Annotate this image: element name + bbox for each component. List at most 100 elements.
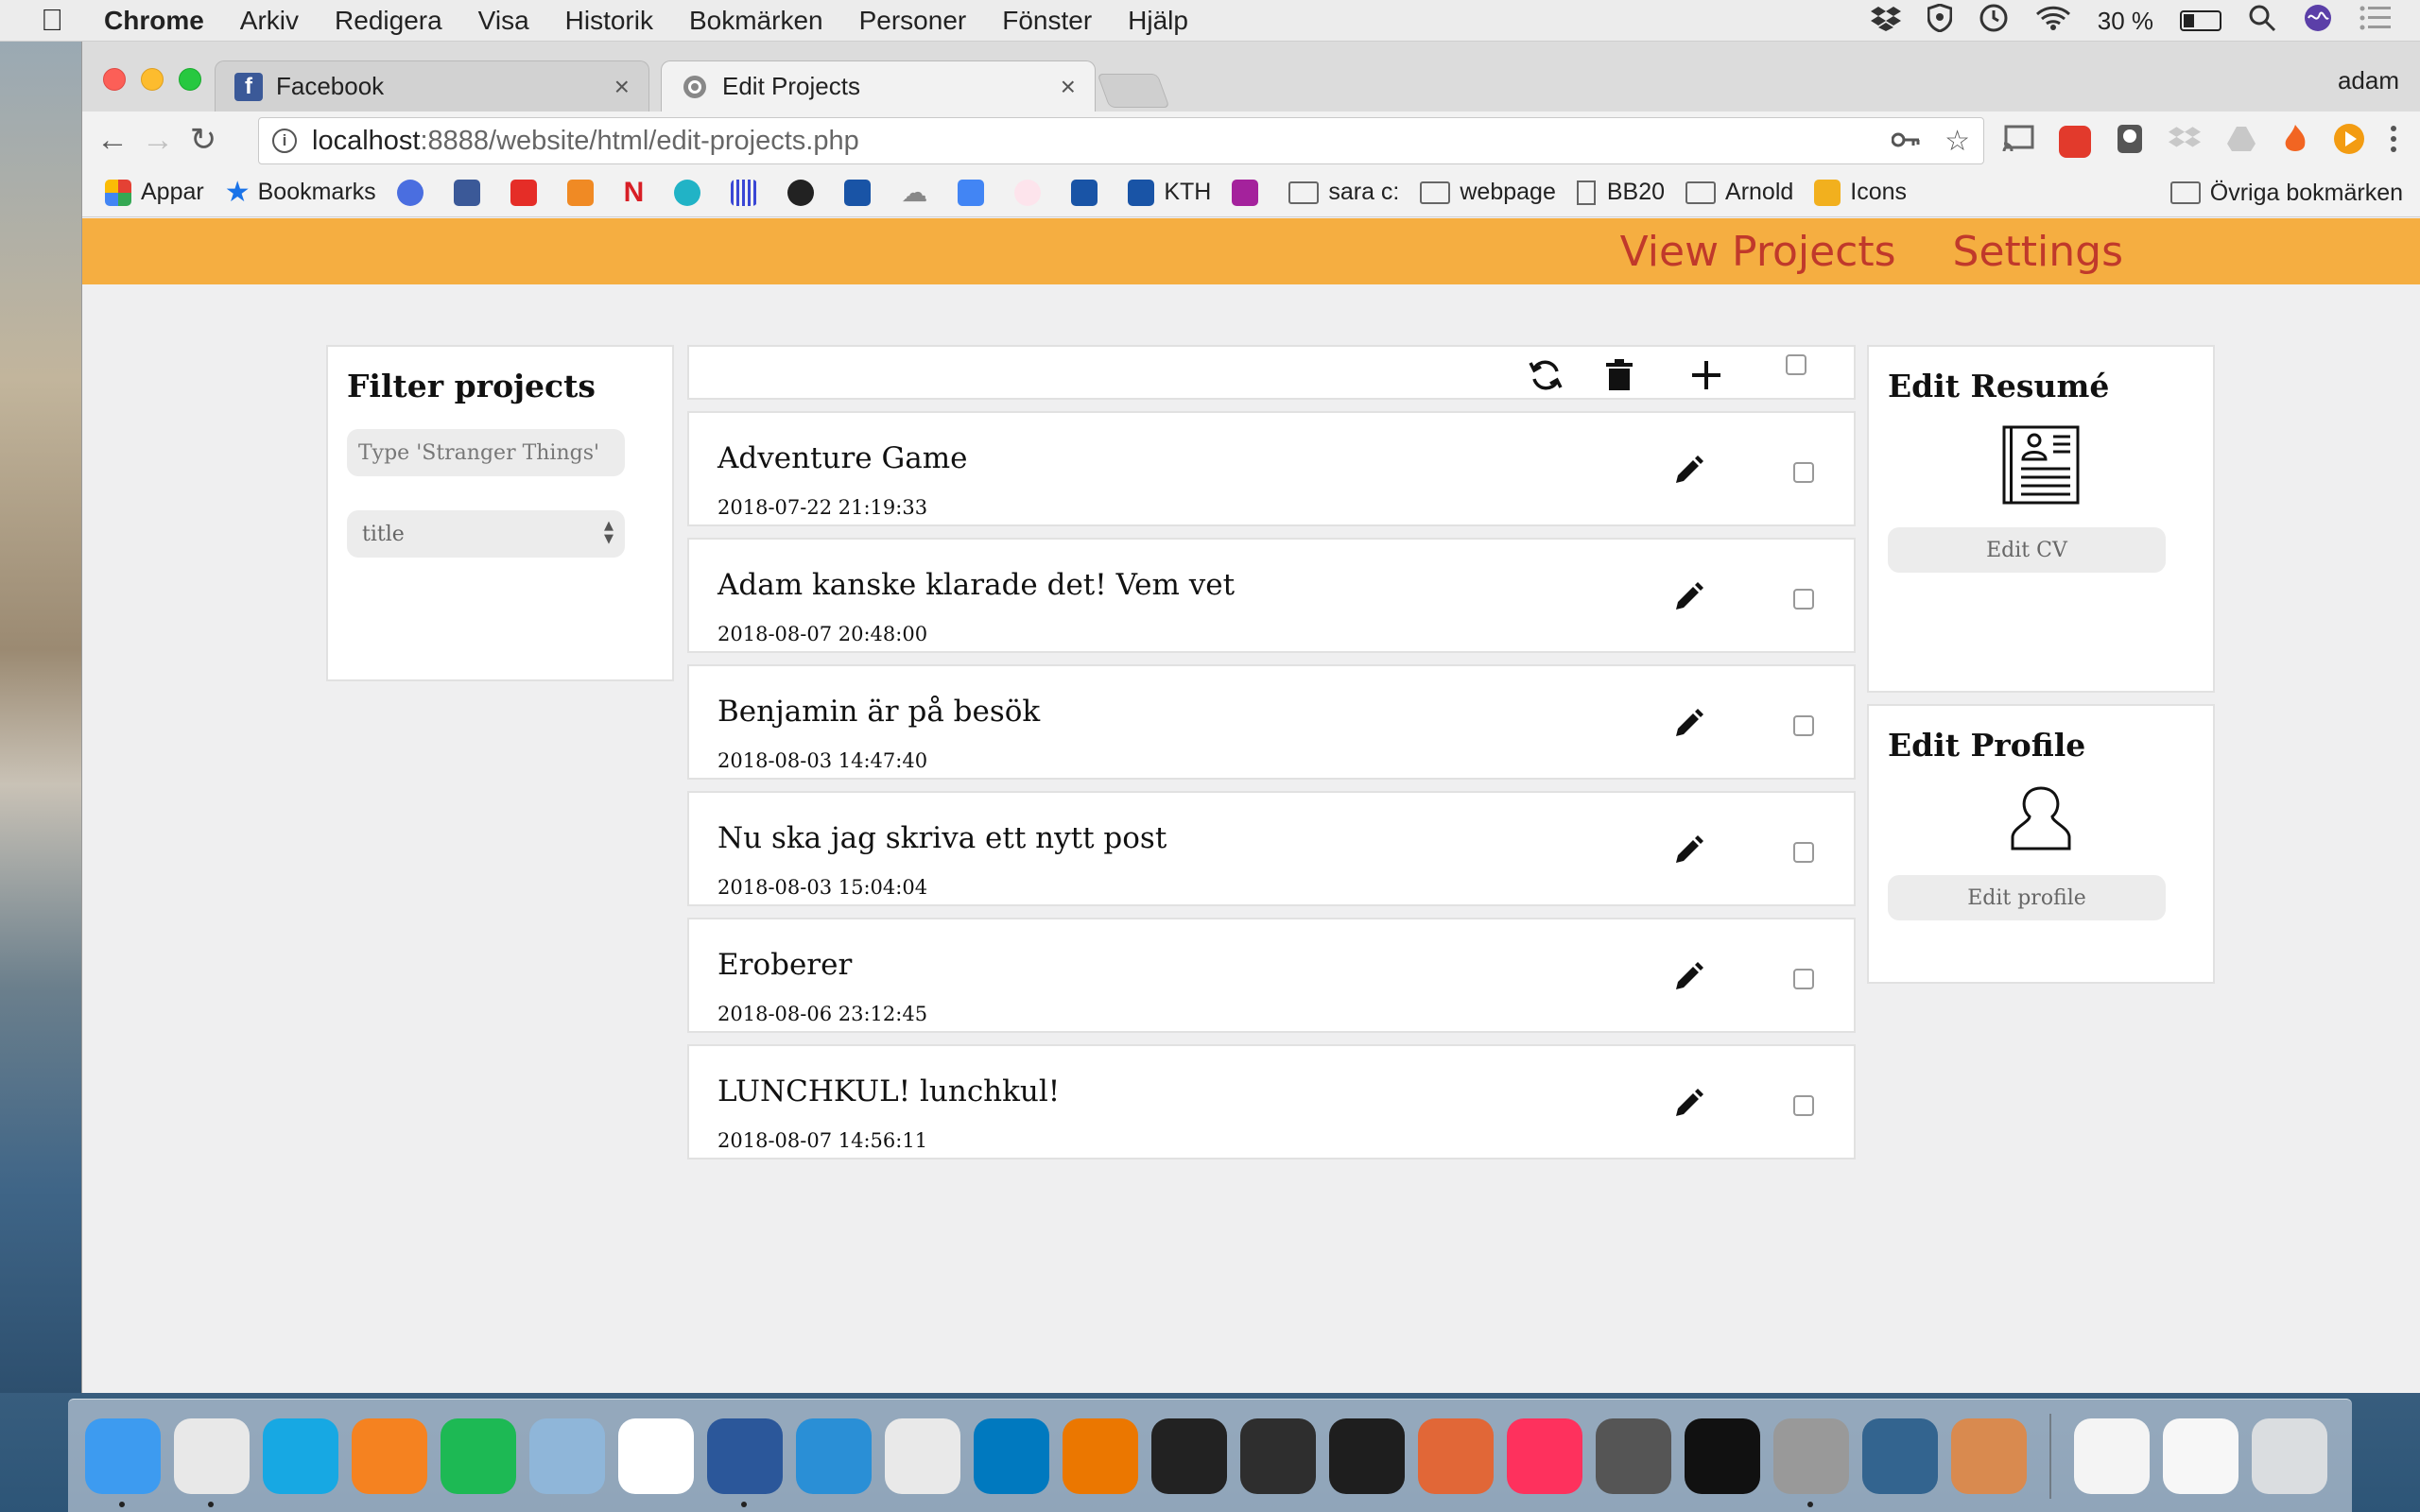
pencil-icon[interactable]	[1672, 453, 1706, 487]
project-title[interactable]: Eroberer	[717, 948, 852, 982]
drive-icon[interactable]	[2225, 125, 2257, 158]
calendar-icon[interactable]	[618, 1418, 694, 1494]
address-bar[interactable]: i localhost:8888/website/html/edit-proje…	[258, 117, 1984, 164]
project-checkbox[interactable]	[1793, 969, 1814, 989]
clock-icon[interactable]	[1979, 3, 2009, 40]
bookmark-star-icon[interactable]: ☆	[1945, 125, 1970, 158]
blender-icon[interactable]	[1063, 1418, 1138, 1494]
close-tab-icon[interactable]: ×	[614, 72, 630, 102]
menu-visa[interactable]: Visa	[478, 6, 529, 36]
project-checkbox[interactable]	[1793, 715, 1814, 736]
back-icon[interactable]: ←	[90, 122, 135, 159]
reload-icon[interactable]: ↻	[181, 121, 226, 159]
tab-facebook[interactable]: f Facebook ×	[215, 60, 649, 112]
fire-extension-icon[interactable]	[2282, 123, 2308, 160]
project-checkbox[interactable]	[1793, 842, 1814, 863]
bookmark-netflix[interactable]: N	[624, 177, 654, 209]
bookmark-bb20[interactable]: BB20	[1576, 179, 1665, 206]
trash-icon[interactable]	[2252, 1418, 2327, 1494]
menu-historik[interactable]: Historik	[565, 6, 653, 36]
menu-bokmarken[interactable]: Bokmärken	[689, 6, 823, 36]
bookmark-bookmarks[interactable]: ★ Bookmarks	[225, 176, 376, 209]
document-icon[interactable]	[2163, 1418, 2238, 1494]
pencil-icon[interactable]	[1672, 579, 1706, 613]
matlab-icon[interactable]	[1418, 1418, 1494, 1494]
chrome-icon[interactable]	[174, 1418, 250, 1507]
colorpicker-icon[interactable]	[1596, 1418, 1671, 1494]
project-checkbox[interactable]	[1793, 589, 1814, 610]
tab-edit-projects[interactable]: Edit Projects ×	[661, 60, 1096, 112]
wifi-icon[interactable]	[2035, 5, 2071, 38]
cast-icon[interactable]	[2002, 125, 2034, 158]
info-icon[interactable]: i	[272, 129, 297, 153]
forward-icon[interactable]: →	[135, 122, 181, 159]
project-checkbox[interactable]	[1793, 462, 1814, 483]
profile-button[interactable]: adam	[2338, 66, 2399, 95]
trash-icon[interactable]	[1600, 356, 1638, 394]
bookmark-facebook[interactable]	[453, 179, 490, 206]
menu-app-name[interactable]: Chrome	[104, 6, 204, 36]
pencil-icon[interactable]	[1672, 833, 1706, 867]
project-title[interactable]: Nu ska jag skriva ett nytt post	[717, 821, 1167, 855]
skype-icon[interactable]	[263, 1418, 338, 1494]
bookmark-sara[interactable]: sara c:	[1288, 179, 1399, 206]
bookmark-kth-1[interactable]	[844, 179, 880, 206]
edit-cv-button[interactable]: Edit CV	[1888, 527, 2166, 573]
mamp-icon[interactable]	[1773, 1418, 1849, 1507]
chrome-menu-icon[interactable]	[2390, 125, 2397, 158]
textedit-icon[interactable]	[2074, 1418, 2150, 1494]
key-icon[interactable]	[1891, 125, 1920, 158]
spotlight-search-icon[interactable]	[2248, 4, 2276, 39]
word-icon[interactable]	[707, 1418, 783, 1507]
dropbox-icon[interactable]	[1870, 5, 1901, 38]
project-search-input[interactable]: Type 'Stranger Things'	[347, 429, 625, 476]
mysql-icon[interactable]	[1862, 1418, 1938, 1494]
project-title[interactable]: Adventure Game	[717, 441, 967, 475]
bookmark-e[interactable]	[1232, 179, 1268, 206]
spotify-icon[interactable]	[441, 1418, 516, 1494]
dropbox-extension-icon[interactable]	[2169, 125, 2201, 158]
bookmark-kth-2[interactable]	[1071, 179, 1107, 206]
project-title[interactable]: Adam kanske klarade det! Vem vet	[717, 568, 1235, 602]
bookmark-messages[interactable]	[396, 179, 433, 206]
mamp-pro-icon[interactable]	[1951, 1418, 2027, 1494]
brackets-icon[interactable]	[796, 1418, 872, 1494]
bookmark-calendar[interactable]	[958, 179, 994, 206]
pencil-icon[interactable]	[1672, 706, 1706, 740]
pencil-icon[interactable]	[1672, 1086, 1706, 1120]
bookmark-youtube[interactable]	[510, 179, 546, 206]
select-all-checkbox[interactable]	[1786, 354, 1806, 375]
p3-icon[interactable]	[1685, 1418, 1760, 1494]
vlc-icon[interactable]	[352, 1418, 427, 1494]
zoom-window-button[interactable]	[179, 68, 201, 91]
unity-icon[interactable]	[1151, 1418, 1227, 1494]
bookmark-github[interactable]	[787, 179, 823, 206]
sort-select[interactable]: title ▲ ▼	[347, 510, 625, 558]
finder-icon[interactable]	[85, 1418, 161, 1507]
bookmark-appar[interactable]: Appar	[105, 179, 204, 206]
bookmark-icons[interactable]: Icons	[1814, 179, 1907, 206]
adblock-icon[interactable]	[2059, 125, 2091, 158]
davinci-icon[interactable]	[1240, 1418, 1316, 1494]
preview-icon[interactable]	[529, 1418, 605, 1494]
slack-icon[interactable]	[885, 1418, 960, 1494]
view-projects-link[interactable]: View Projects	[1620, 228, 1896, 276]
new-tab-button[interactable]	[1097, 74, 1170, 108]
menu-arkiv[interactable]: Arkiv	[240, 6, 299, 36]
add-icon[interactable]	[1687, 356, 1725, 394]
menu-fonster[interactable]: Fönster	[1002, 6, 1092, 36]
notification-center-icon[interactable]	[2360, 6, 2392, 37]
bookmark-webpage[interactable]: webpage	[1420, 179, 1556, 206]
apple-icon[interactable]: 	[0, 3, 104, 38]
siri-icon[interactable]	[2303, 3, 2333, 40]
project-title[interactable]: LUNCHKUL! lunchkul!	[717, 1074, 1060, 1108]
play-extension-icon[interactable]	[2333, 123, 2365, 160]
refresh-icon[interactable]	[1527, 356, 1564, 394]
other-bookmarks[interactable]: Övriga bokmärken	[2169, 168, 2403, 217]
menu-redigera[interactable]: Redigera	[335, 6, 442, 36]
close-window-button[interactable]	[103, 68, 126, 91]
bulb-extension-icon[interactable]	[2116, 123, 2144, 160]
bookmark-waveform[interactable]	[731, 179, 767, 206]
bookmark-arnold[interactable]: Arnold	[1685, 179, 1793, 206]
intellij-icon[interactable]	[1507, 1418, 1582, 1494]
